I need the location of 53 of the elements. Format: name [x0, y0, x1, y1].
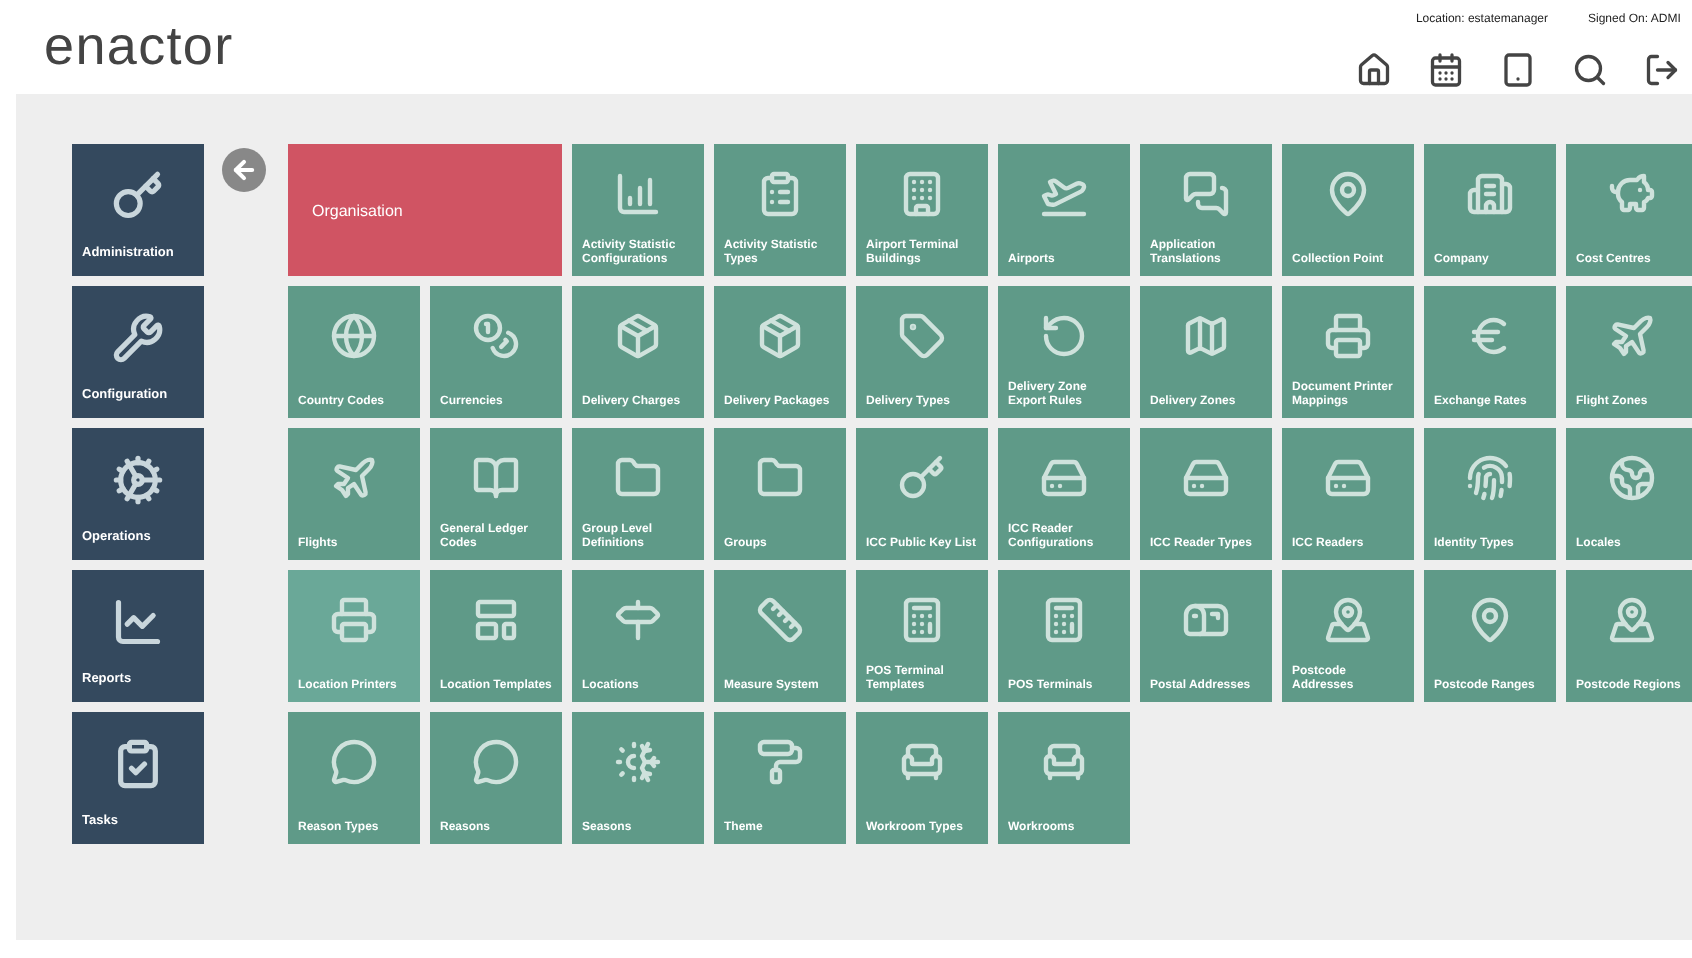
card-reader-icon: [1040, 454, 1088, 502]
printer-icon: [330, 596, 378, 644]
calendar-icon[interactable]: [1428, 52, 1464, 88]
card-reader-icon: [1324, 454, 1372, 502]
map-pin-icon: [1324, 170, 1372, 218]
plane-icon: [330, 454, 378, 502]
sun-snow-icon: [614, 738, 662, 786]
package-icon: [614, 312, 662, 360]
rotate-icon: [1040, 312, 1088, 360]
map-pin-icon: [1608, 596, 1656, 644]
chair-icon: [898, 738, 946, 786]
logo: enactor: [44, 14, 234, 81]
package-icon: [756, 312, 804, 360]
paint-roller-icon: [756, 738, 804, 786]
speech-bubble-icon: [330, 738, 378, 786]
folder-icon: [756, 454, 804, 502]
back-button[interactable]: [222, 148, 266, 192]
wrench-icon: [112, 312, 164, 364]
logout-icon[interactable]: [1644, 52, 1680, 88]
tag-icon: [898, 312, 946, 360]
ruler-icon: [756, 596, 804, 644]
office-building-icon: [1466, 170, 1514, 218]
home-icon[interactable]: [1356, 52, 1392, 88]
chart-icon: [112, 596, 164, 648]
printer-icon: [1324, 312, 1372, 360]
card-reader-icon: [1182, 454, 1230, 502]
signpost-icon: [614, 596, 662, 644]
clipboard-icon: [756, 170, 804, 218]
tablet-icon[interactable]: [1500, 52, 1536, 88]
book-icon: [472, 454, 520, 502]
globe-icon: [330, 312, 378, 360]
map-pin-icon: [1324, 596, 1372, 644]
template-icon: [472, 596, 520, 644]
building-icon: [898, 170, 946, 218]
search-icon[interactable]: [1572, 52, 1608, 88]
coins-icon: [472, 312, 520, 360]
key-icon: [112, 170, 164, 222]
key-icon: [898, 454, 946, 502]
chair-icon: [1040, 738, 1088, 786]
folder-icon: [614, 454, 662, 502]
map-icon: [1182, 312, 1230, 360]
speech-bubble-icon: [472, 738, 520, 786]
cash-register-icon: [898, 596, 946, 644]
map-pin-icon: [1466, 596, 1514, 644]
globe-icon: [1608, 454, 1656, 502]
fingerprint-icon: [1466, 454, 1514, 502]
plane-icon: [1608, 312, 1656, 360]
menu-tile[interactable]: Organisation: [288, 144, 562, 276]
cash-register-icon: [1040, 596, 1088, 644]
checklist-icon: [112, 738, 164, 790]
chat-bubbles-icon: [1182, 170, 1230, 218]
bar-chart-icon: [614, 170, 662, 218]
piggy-bank-icon: [1608, 170, 1656, 218]
